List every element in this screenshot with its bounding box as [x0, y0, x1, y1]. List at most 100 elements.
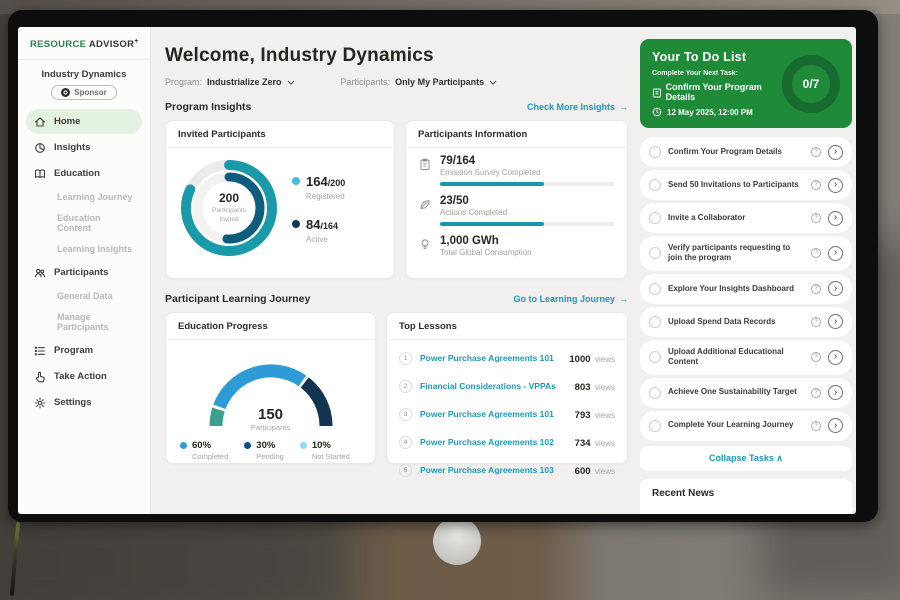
lesson-link[interactable]: Power Purchase Agreements 101: [420, 353, 561, 363]
sidebar-item[interactable]: Program: [26, 338, 142, 363]
collapse-tasks-link[interactable]: Collapse Tasks ∧: [640, 446, 852, 471]
legend-item: 30% Pending: [244, 440, 284, 461]
lesson-row: 5 Power Purchase Agreements 103 600 view…: [399, 456, 615, 484]
lesson-link[interactable]: Power Purchase Agreements 102: [420, 437, 567, 447]
legend-bullet: [292, 177, 300, 185]
help-icon: ?: [811, 147, 821, 157]
participants-information-card: Participants Information 79/164 Emission…: [405, 120, 628, 279]
task-checkbox[interactable]: [649, 420, 661, 432]
todo-progress-ring: 0/7: [782, 55, 840, 113]
lesson-rank: 2: [399, 380, 412, 393]
main-content: Welcome, Industry Dynamics Program: Indu…: [151, 27, 640, 514]
chevron-right-icon[interactable]: ›: [828, 350, 843, 365]
chevron-right-icon[interactable]: ›: [828, 418, 843, 433]
sidebar-item[interactable]: General Data: [26, 286, 142, 306]
invited-donut-chart: 200 Participants Invited: [176, 155, 282, 261]
education-progress-legend: 60% Completed 30% Pending 10% Not Starte…: [166, 432, 375, 461]
education-progress-card: Education Progress 150 Participants 60% …: [165, 312, 376, 464]
todo-task[interactable]: Invite a Collaborator ? ›: [640, 203, 852, 233]
todo-task[interactable]: Confirm Your Program Details ? ›: [640, 137, 852, 167]
todo-subtitle: Complete Your Next Task:: [652, 70, 776, 77]
page-title: Welcome, Industry Dynamics: [165, 45, 628, 67]
chevron-down-icon: [287, 80, 295, 85]
home-icon: [34, 115, 47, 128]
gauge-center-label: Participants: [196, 423, 346, 432]
chevron-down-icon: [489, 80, 497, 85]
lesson-link[interactable]: Power Purchase Agreements 101: [420, 409, 567, 419]
recent-news-panel: Recent News: [640, 479, 852, 514]
section-title-learning-journey: Participant Learning Journey: [165, 293, 310, 305]
sidebar-item[interactable]: Take Action: [26, 364, 142, 389]
logo-secondary: ADVISOR: [89, 39, 134, 50]
sponsor-badge: Sponsor: [51, 85, 116, 100]
program-filter[interactable]: Program: Industrialize Zero: [165, 77, 295, 87]
help-icon: ?: [811, 213, 821, 223]
task-checkbox[interactable]: [649, 179, 661, 191]
chevron-right-icon[interactable]: ›: [828, 246, 843, 261]
education-icon: [34, 167, 47, 180]
todo-summary-card: Your To Do List Complete Your Next Task:…: [640, 39, 852, 128]
progress-bar: [440, 222, 614, 226]
help-icon: ?: [811, 352, 821, 362]
sidebar-item[interactable]: Manage Participants: [26, 307, 142, 337]
survey-icon: [419, 158, 431, 176]
chevron-right-icon[interactable]: ›: [828, 314, 843, 329]
chevron-right-icon[interactable]: ›: [828, 211, 843, 226]
help-icon: ?: [811, 388, 821, 398]
todo-task[interactable]: Achieve One Sustainability Target ? ›: [640, 378, 852, 408]
todo-task[interactable]: Complete Your Learning Journey ? ›: [640, 411, 852, 441]
todo-task[interactable]: Verify participants requesting to join t…: [640, 236, 852, 271]
go-to-learning-journey-link[interactable]: Go to Learning Journey →: [513, 294, 628, 304]
lesson-link[interactable]: Power Purchase Agreements 103: [420, 465, 567, 475]
app-logo: RESOURCE ADVISOR+: [18, 27, 150, 60]
check-more-insights-link[interactable]: Check More Insights →: [527, 102, 628, 112]
sidebar-item[interactable]: Learning Journey: [26, 187, 142, 207]
chevron-right-icon[interactable]: ›: [828, 281, 843, 296]
help-icon: ?: [811, 421, 821, 431]
task-checkbox[interactable]: [649, 283, 661, 295]
todo-task-list: Confirm Your Program Details ? › Send 50…: [640, 137, 852, 444]
chevron-right-icon[interactable]: ›: [828, 385, 843, 400]
take-action-icon: [34, 370, 47, 383]
todo-column: Your To Do List Complete Your Next Task:…: [640, 27, 856, 514]
legend-item: 10% Not Started: [300, 440, 350, 461]
invited-legend: 164/200 Registered 84/164 Active: [292, 173, 345, 244]
task-checkbox[interactable]: [649, 387, 661, 399]
chevron-right-icon[interactable]: ›: [828, 145, 843, 160]
sidebar: RESOURCE ADVISOR+ Industry Dynamics Spon…: [18, 27, 151, 514]
task-checkbox[interactable]: [649, 212, 661, 224]
chevron-up-icon: ∧: [776, 453, 783, 463]
legend-bullet: [300, 442, 307, 449]
task-checkbox[interactable]: [649, 316, 661, 328]
organization-name: Industry Dynamics: [18, 69, 150, 80]
progress-bar: [440, 182, 614, 186]
chevron-right-icon[interactable]: ›: [828, 178, 843, 193]
top-lessons-card: Top Lessons 1 Power Purchase Agreements …: [386, 312, 628, 464]
legend-bullet: [292, 220, 300, 228]
recent-news-title: Recent News: [652, 488, 714, 499]
todo-next-task: Confirm Your Program Details: [666, 82, 776, 102]
sidebar-item[interactable]: Settings: [26, 390, 142, 415]
help-icon: ?: [811, 317, 821, 327]
sidebar-item[interactable]: Learning Insights: [26, 239, 142, 259]
task-checkbox[interactable]: [649, 146, 661, 158]
participants-icon: [34, 266, 47, 279]
education-progress-gauge: 150 Participants: [196, 348, 346, 432]
todo-task[interactable]: Upload Additional Educational Content ? …: [640, 340, 852, 375]
todo-task[interactable]: Send 50 Invitations to Participants ? ›: [640, 170, 852, 200]
todo-task[interactable]: Upload Spend Data Records ? ›: [640, 307, 852, 337]
sidebar-item[interactable]: Home: [26, 109, 142, 134]
participants-filter[interactable]: Participants: Only My Participants: [341, 77, 498, 87]
todo-task[interactable]: Explore Your Insights Dashboard ? ›: [640, 274, 852, 304]
task-checkbox[interactable]: [649, 351, 661, 363]
sidebar-item[interactable]: Education: [26, 161, 142, 186]
sidebar-item[interactable]: Participants: [26, 260, 142, 285]
legend-bullet: [180, 442, 187, 449]
lesson-row: 1 Power Purchase Agreements 101 1000 vie…: [399, 344, 615, 372]
sidebar-item[interactable]: Insights: [26, 135, 142, 160]
lesson-link[interactable]: Financial Considerations - VPPAs: [420, 381, 567, 391]
logo-primary: RESOURCE: [30, 39, 86, 50]
sidebar-item[interactable]: Education Content: [26, 208, 142, 238]
task-checkbox[interactable]: [649, 247, 661, 259]
legend-bullet: [244, 442, 251, 449]
